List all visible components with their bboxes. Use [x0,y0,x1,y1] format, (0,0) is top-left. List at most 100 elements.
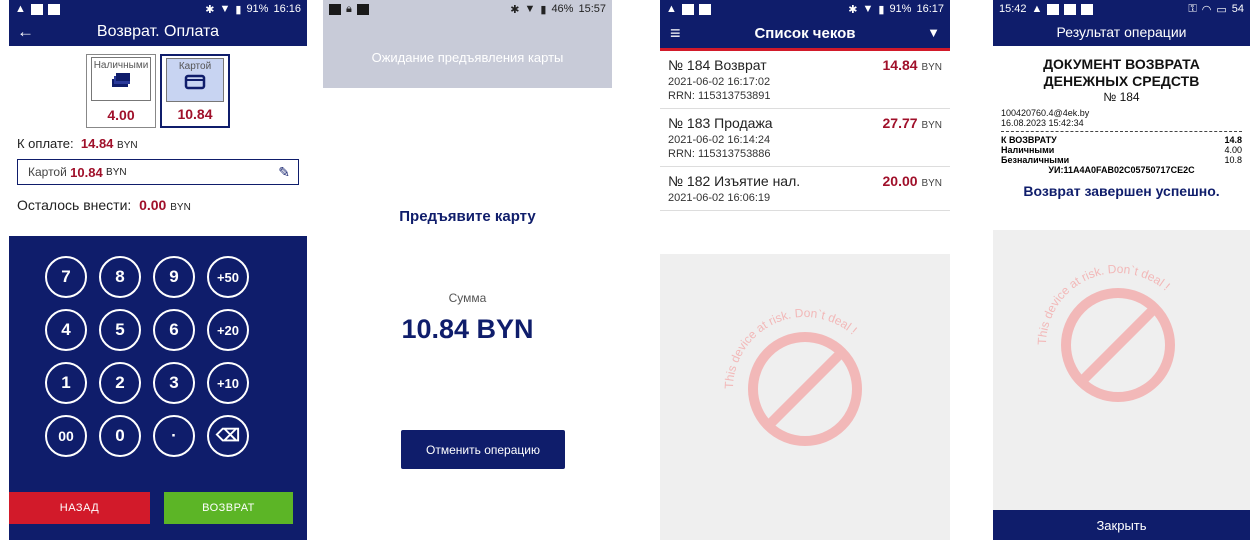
receipt-list-item[interactable]: № 182 Изъятие нал. 20.00 BYN 2021-06-02 … [660,167,950,211]
card-payment-option[interactable]: Картой 10.84 [160,54,230,128]
key-9[interactable]: 9 [153,256,195,298]
receipt-rrn: RRN: 115313753886 [668,148,771,160]
key-3[interactable]: 3 [153,362,195,404]
receipt-amount-value: 20.00 [882,173,918,189]
receipt-amount-value: 27.77 [882,115,918,131]
receipt-amount-value: 14.84 [882,57,918,73]
key-1[interactable]: 1 [45,362,87,404]
present-card-screen: 🔒︎ ✱ ▼ ▮ 46% 15:57 Ожидание предъявления… [323,0,612,540]
key-7[interactable]: 7 [45,256,87,298]
to-pay-value: 14.84 [80,136,114,151]
to-refund-label: К ВОЗВРАТУ [1001,135,1057,145]
bluetooth-icon: ✱ [848,3,858,16]
risk-watermark-icon: This device at risk. Don`t deal ! [1035,262,1175,402]
cash-row: Наличными 4.00 [1001,145,1242,155]
svg-text:This device at risk. Don`t dea: This device at risk. Don`t deal ! [1035,262,1173,345]
key-plus-20[interactable]: +20 [207,309,249,351]
backspace-icon[interactable]: ⌫ [207,415,249,457]
key-2[interactable]: 2 [99,362,141,404]
cash-stack-icon [92,73,150,92]
bluetooth-icon: ✱ [205,3,215,16]
notification-icon [329,3,341,15]
empty-list-area: This device at risk. Don`t deal ! [660,254,950,540]
key-decimal[interactable]: · [153,415,195,457]
receipt-amount: 27.77 BYN [883,115,943,131]
card-amount: 10.84 [177,106,213,122]
cash-label: Наличными [1001,145,1055,155]
key-8[interactable]: 8 [99,256,141,298]
battery-percent: 46% [551,3,574,15]
to-refund-value: 14.8 [1224,135,1242,145]
status-bar: ▲ ✱ ▼ ▮ 91% 16:17 [660,0,950,18]
key-0[interactable]: 0 [99,415,141,457]
cash-value: 4.00 [1224,145,1242,155]
svg-text:This device at risk. Don`t dea: This device at risk. Don`t deal ! [722,306,860,389]
card-label: Картой [178,61,212,72]
page-title: Список чеков [754,25,856,42]
success-message: Возврат завершен успешно. [1023,183,1220,199]
battery-icon: ▮ [878,3,885,16]
notification-icon [47,3,60,15]
status-bar: ▲ ✱ ▼ ▮ 91% 16:16 [9,0,307,18]
keypad-grid: 7 8 9 +50 4 5 6 +20 1 2 3 +10 00 0 · ⌫ [45,256,249,457]
notification-icon [698,3,711,15]
numeric-keypad: 7 8 9 +50 4 5 6 +20 1 2 3 +10 00 0 · ⌫ Н… [9,236,307,540]
document-datetime: 16.08.2023 15:42:34 [1001,118,1084,128]
cancel-operation-button[interactable]: Отменить операцию [401,430,565,469]
refund-document: ДОКУМЕНТ ВОЗВРАТА ДЕНЕЖНЫХ СРЕДСТВ № 184… [993,46,1250,199]
waiting-banner: Ожидание предъявления карты [323,18,612,88]
cash-label: Наличными [93,60,149,71]
key-00[interactable]: 00 [45,415,87,457]
payment-type-selector: Наличными 4.00 Картой 10.84 [9,46,307,128]
status-time: 16:17 [916,3,944,15]
receipt-list-screen: ▲ ✱ ▼ ▮ 91% 16:17 ≡ Список чеков ▼ № 184… [660,0,950,540]
sum-value: 10.84 BYN [401,314,534,344]
key-4[interactable]: 4 [45,309,87,351]
battery-percent: 54 [1231,3,1244,15]
status-time: 15:42 [999,3,1027,15]
document-email: 100420760.4@4ek.by [1001,108,1090,118]
back-button[interactable]: НАЗАД [9,492,150,524]
currency-label: BYN [106,166,127,178]
currency-label: BYN [921,120,942,131]
warning-icon: ▲ [1031,3,1043,15]
key-plus-10[interactable]: +10 [207,362,249,404]
battery-icon: ▭ [1216,3,1227,16]
edit-pencil-icon[interactable]: ✎ [278,164,290,181]
status-bar: 🔒︎ ✱ ▼ ▮ 46% 15:57 [323,0,612,18]
cash-amount: 4.00 [107,107,135,123]
close-button[interactable]: Закрыть [993,510,1250,540]
key-6[interactable]: 6 [153,309,195,351]
status-time: 16:16 [273,3,301,15]
to-refund-row: К ВОЗВРАТУ 14.8 [1001,135,1242,145]
card-amount-field[interactable]: Картой 10.84 BYN ✎ [17,159,299,185]
receipt-amount: 20.00 BYN [883,173,943,189]
noncash-value: 10.8 [1224,155,1242,165]
bluetooth-icon: ✱ [510,3,520,16]
operation-result-screen: 15:42 ▲ ⚿ ◠ ▭ 54 Результат операции ДОКУ… [993,0,1250,540]
status-time: 15:57 [578,3,606,15]
filter-icon[interactable]: ▼ [927,25,940,40]
to-pay-label: К оплате: [17,136,74,151]
remaining-row: Осталось внести: 0.00 BYN [9,185,307,213]
key-plus-50[interactable]: +50 [207,256,249,298]
battery-percent: 91% [889,3,912,15]
notification-icon [1047,3,1060,15]
to-pay-row: К оплате: 14.84 BYN [9,128,307,151]
lock-icon: 🔒︎ [346,2,352,15]
refund-button[interactable]: ВОЗВРАТ [164,492,293,524]
empty-area: This device at risk. Don`t deal ! [993,230,1250,510]
receipt-amount: 14.84 BYN [883,57,943,73]
notification-icon [681,3,694,15]
document-title-line-1: ДОКУМЕНТ ВОЗВРАТА [1043,56,1200,72]
receipt-list-item[interactable]: № 183 Продажа 27.77 BYN 2021-06-02 16:14… [660,109,950,167]
status-bar: 15:42 ▲ ⚿ ◠ ▭ 54 [993,0,1250,18]
refund-payment-screen: ▲ ✱ ▼ ▮ 91% 16:16 ← Возврат. Оплата Нали… [9,0,307,540]
key-5[interactable]: 5 [99,309,141,351]
cash-payment-option[interactable]: Наличными 4.00 [86,54,156,128]
document-number: № 184 [1103,90,1140,104]
page-title: Возврат. Оплата [96,23,220,40]
receipt-date: 2021-06-02 16:14:24 [668,134,771,146]
app-bar: ← Возврат. Оплата [9,18,307,46]
receipt-list-item[interactable]: № 184 Возврат 14.84 BYN 2021-06-02 16:17… [660,51,950,109]
